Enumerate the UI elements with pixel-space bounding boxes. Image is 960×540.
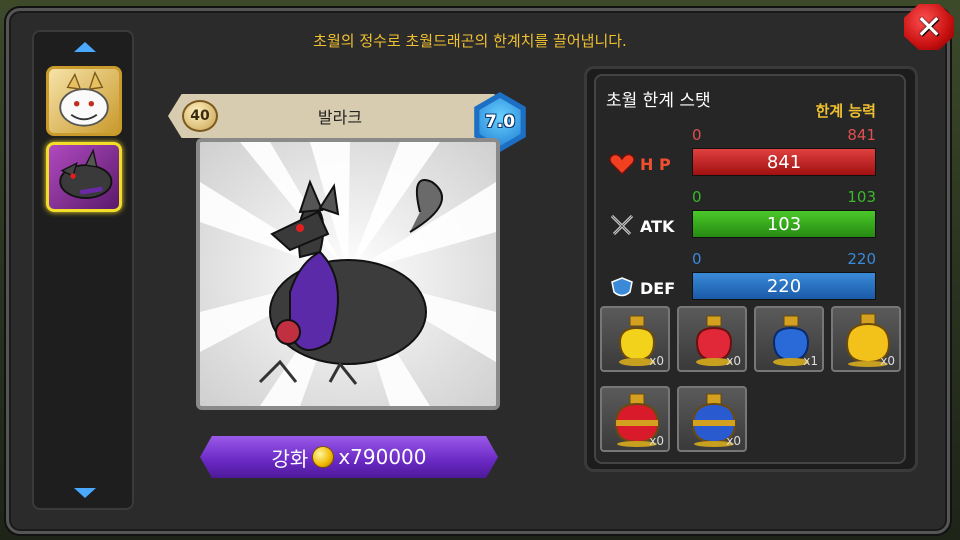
def-label-wrap: DEF (608, 276, 675, 300)
dragon-list (32, 30, 134, 510)
level-badge: 40 (182, 100, 218, 132)
potion-yellow[interactable]: x0 (600, 306, 670, 372)
dragon-thumb-dark[interactable] (46, 142, 122, 212)
shield-icon (611, 277, 633, 297)
def-label: DEF (640, 278, 676, 298)
potion-count: x0 (726, 354, 741, 368)
hp-label: H P (640, 154, 671, 174)
potion-count: x0 (649, 354, 664, 368)
swords-icon (610, 214, 634, 236)
potion-blue-large[interactable]: x0 (677, 386, 747, 452)
potion-count: x1 (803, 354, 818, 368)
potion-count: x0 (726, 434, 741, 448)
potion-count: x0 (880, 354, 895, 368)
def-max: 220 (847, 250, 876, 268)
gold-coin-icon (312, 446, 335, 468)
atk-min: 0 (692, 188, 702, 206)
potion-red-large[interactable]: x0 (600, 386, 670, 452)
hp-label-wrap: H P (608, 152, 671, 176)
potion-red[interactable]: x0 (677, 306, 747, 372)
scroll-down-icon[interactable] (74, 488, 96, 498)
potion-gold[interactable]: x0 (831, 306, 901, 372)
hp-bar: 841 (692, 148, 876, 176)
atk-max: 103 (847, 188, 876, 206)
hp-max: 841 (847, 126, 876, 144)
heart-icon (609, 153, 635, 176)
white-dragon-icon (59, 70, 109, 127)
def-bar: 220 (692, 272, 876, 300)
atk-bar: 103 (692, 210, 876, 238)
stats-title: 초월 한계 스탯 (606, 91, 711, 111)
atk-label-wrap: ATK (608, 214, 674, 238)
limit-label: 한계 능력 (815, 102, 876, 120)
dragon-image (200, 142, 496, 406)
close-icon: ✕ (915, 8, 943, 46)
dragon-portrait (196, 138, 500, 410)
atk-label: ATK (640, 216, 675, 236)
dark-dragon-icon (59, 148, 113, 199)
potion-blue[interactable]: x1 (754, 306, 824, 372)
upgrade-cost: x790000 (338, 445, 427, 469)
upgrade-label: 강화 (271, 446, 309, 471)
dragon-name: 발라크 (317, 108, 363, 127)
potion-count: x0 (649, 434, 664, 448)
header-message: 초월의 정수로 초월드래곤의 한계치를 끌어냅니다. (313, 32, 627, 50)
def-min: 0 (692, 250, 702, 268)
hp-min: 0 (692, 126, 702, 144)
dragon-thumb-white[interactable] (46, 66, 122, 136)
scroll-up-icon[interactable] (74, 42, 96, 52)
upgrade-button[interactable]: 강화 x790000 (200, 436, 498, 478)
